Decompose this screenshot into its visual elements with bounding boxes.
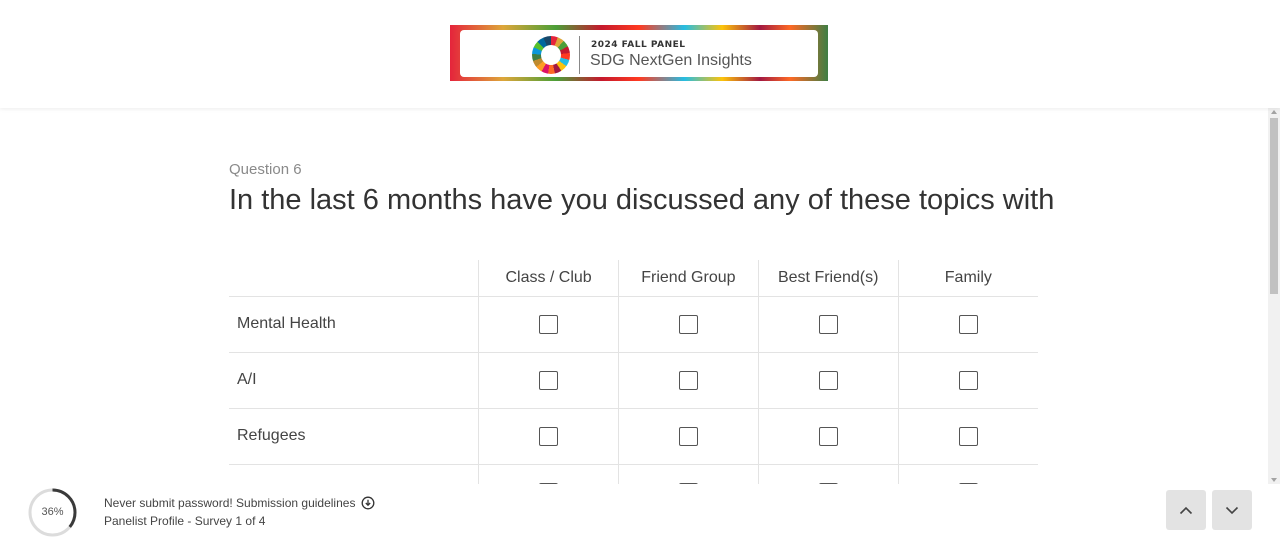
logo-title: SDG NextGen Insights	[590, 52, 752, 69]
guidelines-text: Never submit password! Submission guidel…	[104, 496, 356, 510]
guidelines-notice[interactable]: Never submit password! Submission guidel…	[104, 496, 375, 513]
column-header: Best Friend(s)	[757, 260, 899, 297]
next-question-button[interactable]	[1212, 490, 1252, 530]
chevron-down-icon	[1225, 506, 1239, 514]
logo-subtitle: 2024 FALL PANEL	[591, 40, 686, 50]
checkbox[interactable]	[818, 314, 838, 334]
column-header: Family	[897, 260, 1038, 297]
matrix-row: Mental Health	[229, 296, 1038, 353]
column-header: Friend Group	[617, 260, 759, 297]
matrix-cell	[757, 464, 899, 484]
row-label	[229, 464, 479, 484]
survey-content: Question 6 In the last 6 months have you…	[0, 108, 1268, 484]
row-label: A/I	[229, 352, 479, 409]
progress-indicator: 36%	[28, 488, 77, 537]
matrix-cell	[478, 296, 619, 353]
question-number: Question 6	[229, 161, 302, 178]
matrix-cell	[617, 296, 759, 353]
previous-question-button[interactable]	[1166, 490, 1206, 530]
matrix-cell	[897, 464, 1038, 484]
checkbox[interactable]	[958, 370, 978, 390]
logo-divider	[579, 36, 580, 74]
matrix-cell	[478, 408, 619, 465]
checkbox[interactable]	[539, 426, 559, 446]
matrix-cell	[897, 296, 1038, 353]
survey-position: Panelist Profile - Survey 1 of 4	[104, 514, 266, 528]
chevron-up-icon	[1179, 506, 1193, 514]
logo-card: 2024 FALL PANEL SDG NextGen Insights	[460, 30, 818, 77]
checkbox[interactable]	[958, 314, 978, 334]
download-circle-icon[interactable]	[361, 496, 375, 513]
row-label: Mental Health	[229, 296, 479, 353]
question-text: In the last 6 months have you discussed …	[229, 184, 1055, 216]
matrix-header-row: Class / Club Friend Group Best Friend(s)…	[229, 260, 1038, 297]
matrix-cell	[617, 352, 759, 409]
panel-logo-banner: 2024 FALL PANEL SDG NextGen Insights	[450, 25, 828, 81]
matrix-cell	[897, 352, 1038, 409]
matrix-row	[229, 464, 1038, 484]
checkbox[interactable]	[539, 314, 559, 334]
matrix-cell	[478, 352, 619, 409]
checkbox[interactable]	[678, 370, 698, 390]
matrix-cell	[757, 352, 899, 409]
scroll-down-arrow-icon[interactable]	[1271, 478, 1277, 482]
matrix-corner	[229, 260, 479, 297]
scrollbar-thumb[interactable]	[1270, 118, 1278, 294]
matrix-cell	[757, 296, 899, 353]
header: 2024 FALL PANEL SDG NextGen Insights	[0, 0, 1280, 108]
scroll-up-arrow-icon[interactable]	[1271, 110, 1277, 114]
column-header: Class / Club	[478, 260, 619, 297]
checkbox[interactable]	[539, 370, 559, 390]
row-label: Refugees	[229, 408, 479, 465]
progress-percent: 36%	[41, 506, 64, 518]
matrix-cell	[617, 408, 759, 465]
matrix-cell	[757, 408, 899, 465]
sdg-wheel-icon	[532, 36, 570, 74]
page-scrollbar[interactable]	[1268, 108, 1280, 484]
checkbox[interactable]	[958, 426, 978, 446]
footer: 36% Never submit password! Submission gu…	[0, 484, 1280, 555]
matrix-row: Refugees	[229, 408, 1038, 465]
checkbox[interactable]	[678, 314, 698, 334]
matrix-cell	[478, 464, 619, 484]
matrix-row: A/I	[229, 352, 1038, 409]
matrix-cell	[617, 464, 759, 484]
matrix-table: Class / Club Friend Group Best Friend(s)…	[229, 260, 1038, 484]
checkbox[interactable]	[678, 426, 698, 446]
checkbox[interactable]	[818, 370, 838, 390]
checkbox[interactable]	[818, 426, 838, 446]
matrix-cell	[897, 408, 1038, 465]
